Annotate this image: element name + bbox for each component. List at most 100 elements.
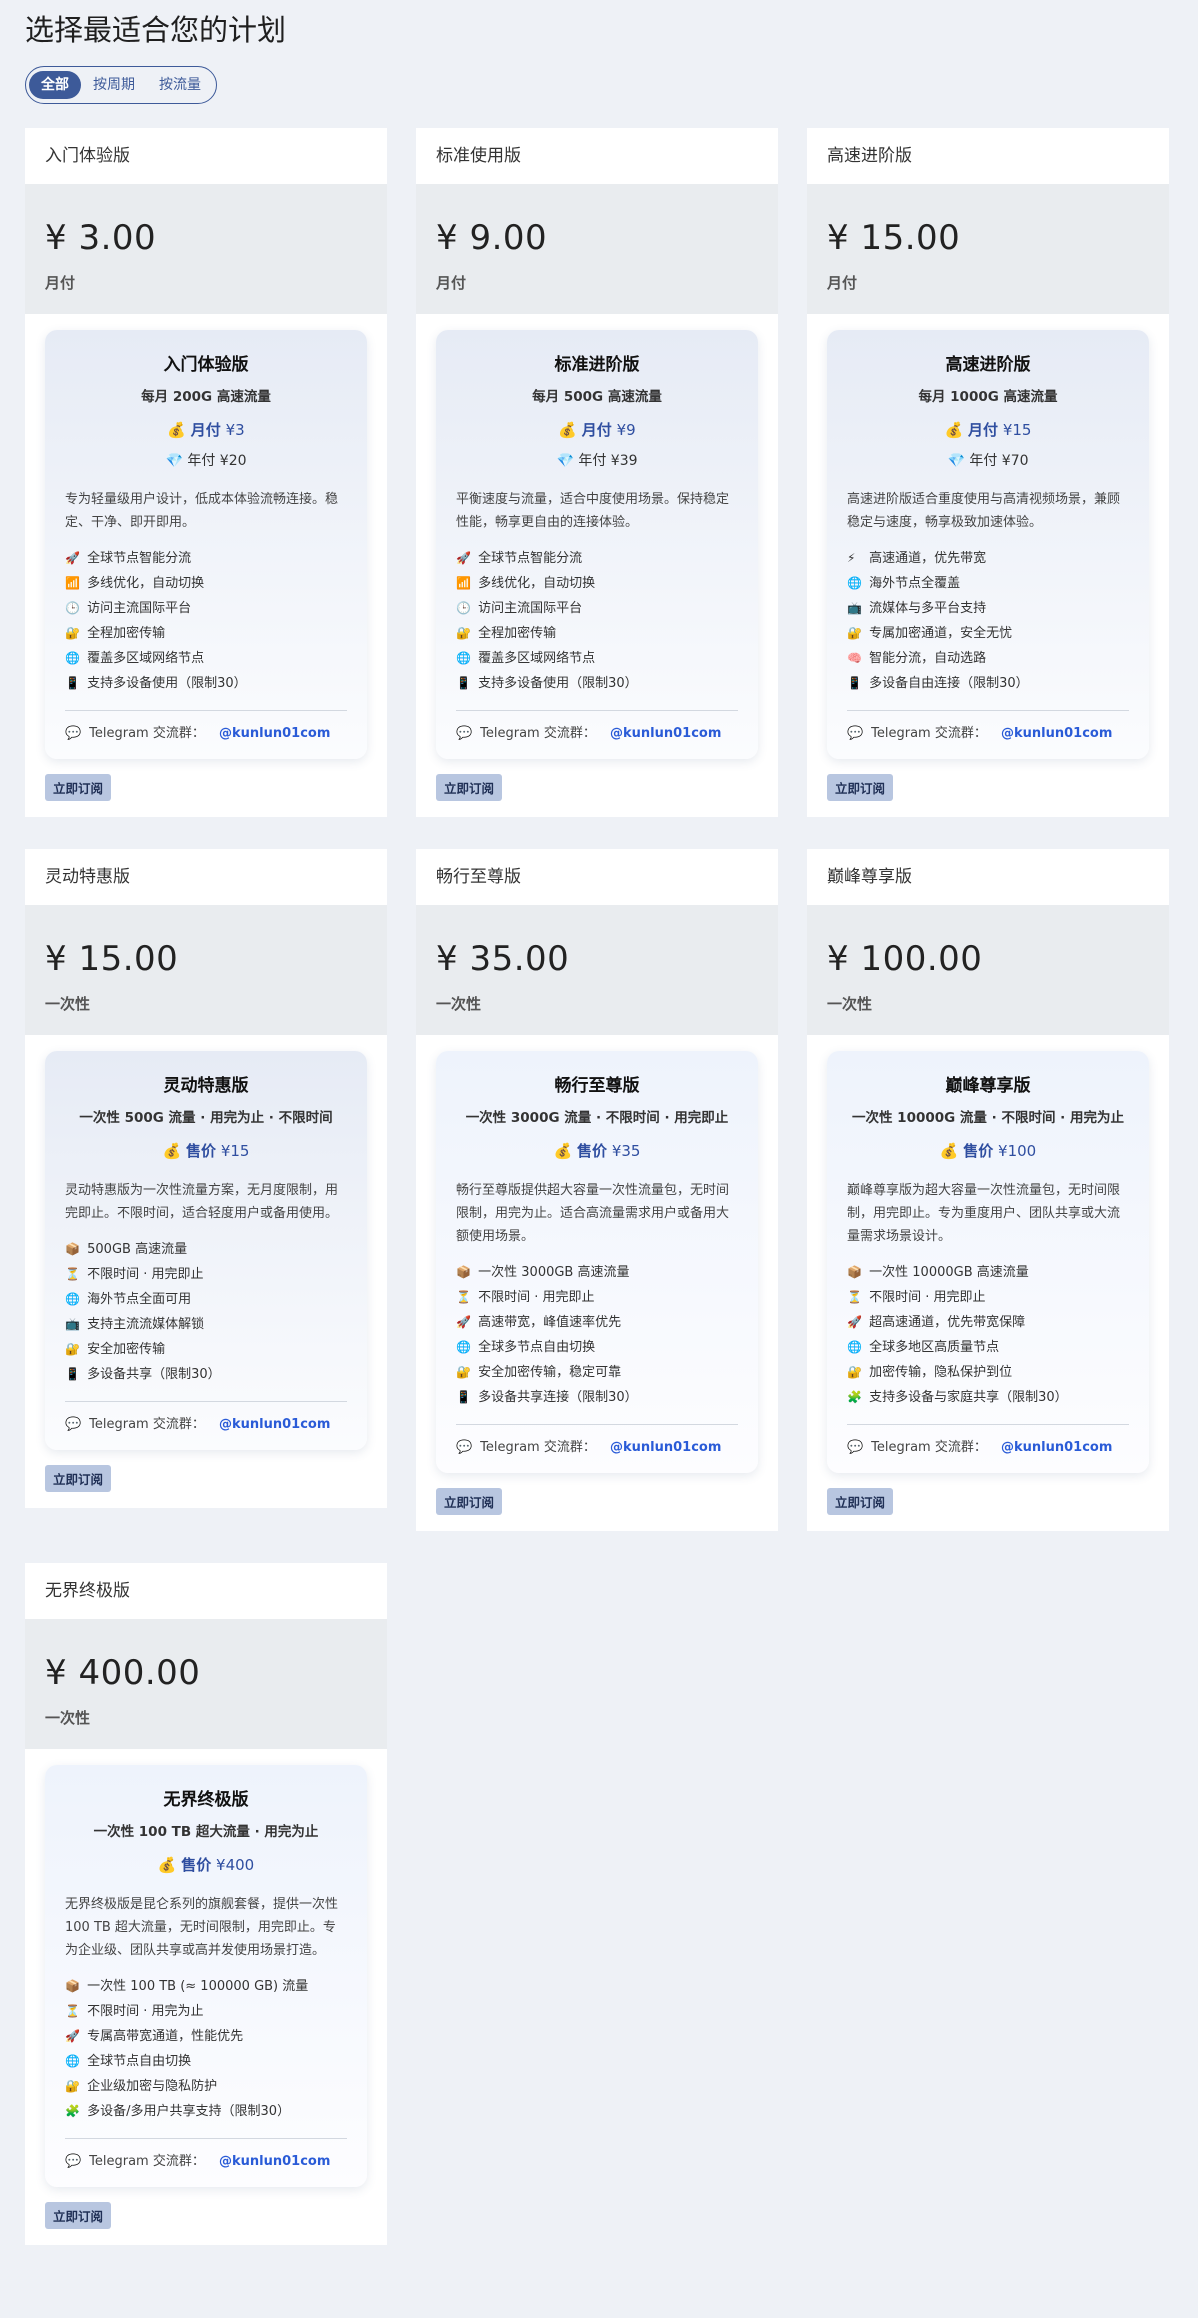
button-row: 立即订阅 xyxy=(416,759,778,817)
telegram-label: Telegram 交流群： xyxy=(89,1417,205,1432)
detail-title: 灵动特惠版 xyxy=(163,1076,249,1096)
plan-card: 高速进阶版 ¥ 15.00 月付 高速进阶版 每月 1000G 高速流量 💰 月… xyxy=(807,128,1169,817)
divider xyxy=(847,710,1129,711)
plan-name: 灵动特惠版 xyxy=(45,867,130,887)
plan-body: 入门体验版 每月 200G 高速流量 💰 月付 ¥3 💎 年付 ¥20 专为轻量… xyxy=(25,314,387,759)
primary-price-value: ¥100 xyxy=(998,1142,1037,1160)
plan-name: 标准使用版 xyxy=(436,146,521,166)
plan-detail-card: 入门体验版 每月 200G 高速流量 💰 月付 ¥3 💎 年付 ¥20 专为轻量… xyxy=(45,330,367,759)
telegram-label: Telegram 交流群： xyxy=(480,726,596,741)
feature-item: 📦 一次性 10000GB 高速流量 xyxy=(847,1260,1129,1285)
subscribe-button[interactable]: 立即订阅 xyxy=(45,2202,112,2229)
feature-item: ⏳ 不限时间 · 用完即止 xyxy=(65,1262,347,1287)
button-row: 立即订阅 xyxy=(25,759,387,817)
feature-item: 📦 500GB 高速流量 xyxy=(65,1237,347,1262)
telegram-link[interactable]: @kunlun01com xyxy=(1001,1440,1112,1455)
tab-by-period[interactable]: 按周期 xyxy=(81,71,147,99)
detail-subtitle: 每月 1000G 高速流量 xyxy=(918,389,1058,405)
feature-icon: 🔐 xyxy=(847,626,862,640)
feature-text: 多设备共享（限制30） xyxy=(87,1367,221,1382)
button-row: 立即订阅 xyxy=(807,1473,1169,1531)
feature-text: 专属加密通道，安全无忧 xyxy=(869,626,1013,641)
primary-price-value: ¥3 xyxy=(225,421,245,439)
telegram-link[interactable]: @kunlun01com xyxy=(610,1440,721,1455)
telegram-row: 💬 Telegram 交流群： @kunlun01com xyxy=(456,723,738,745)
plan-name: 高速进阶版 xyxy=(827,146,912,166)
feature-list: ⚡ 高速通道，优先带宽 🌐 海外节点全覆盖 📺 流媒体与多平台支持 🔐 专属加密… xyxy=(847,546,1129,696)
primary-price: 💰 售价 ¥15 xyxy=(65,1140,347,1161)
telegram-link[interactable]: @kunlun01com xyxy=(610,726,721,741)
feature-list: 📦 一次性 10000GB 高速流量 ⏳ 不限时间 · 用完即止 🚀 超高速通道… xyxy=(847,1260,1129,1410)
subscribe-button[interactable]: 立即订阅 xyxy=(436,774,503,801)
primary-price-value: ¥9 xyxy=(616,421,636,439)
feature-item: 🔐 企业级加密与隐私防护 xyxy=(65,2074,347,2099)
telegram-link[interactable]: @kunlun01com xyxy=(1001,726,1112,741)
feature-item: 📱 多设备共享（限制30） xyxy=(65,1362,347,1387)
tab-all[interactable]: 全部 xyxy=(29,71,81,99)
detail-subtitle: 每月 200G 高速流量 xyxy=(141,389,271,405)
feature-text: 多设备共享连接（限制30） xyxy=(478,1390,638,1405)
page-title: 选择最适合您的计划 xyxy=(25,13,287,47)
telegram-link[interactable]: @kunlun01com xyxy=(219,726,330,741)
plan-name: 畅行至尊版 xyxy=(436,867,521,887)
telegram-row: 💬 Telegram 交流群： @kunlun01com xyxy=(65,1414,347,1436)
feature-text: 多线优化，自动切换 xyxy=(87,576,205,591)
feature-icon: ⏳ xyxy=(847,1290,862,1304)
subscribe-button[interactable]: 立即订阅 xyxy=(827,1488,894,1515)
price-box: ¥ 9.00 月付 xyxy=(416,184,778,314)
feature-icon: 🚀 xyxy=(65,551,80,565)
detail-subtitle: 每月 500G 高速流量 xyxy=(532,389,662,405)
subscribe-button[interactable]: 立即订阅 xyxy=(45,774,112,801)
divider xyxy=(847,1424,1129,1425)
divider xyxy=(456,710,738,711)
chat-icon: 💬 xyxy=(65,2154,82,2169)
feature-icon: 🧩 xyxy=(847,1390,862,1404)
feature-text: 全球多地区高质量节点 xyxy=(869,1340,1000,1355)
primary-price-label: 月付 xyxy=(581,421,612,439)
feature-icon: 🌐 xyxy=(456,1340,471,1354)
feature-icon: 🧠 xyxy=(847,651,862,665)
tab-by-traffic[interactable]: 按流量 xyxy=(147,71,213,99)
primary-price-label: 售价 xyxy=(181,1856,212,1874)
plan-name: 巅峰尊享版 xyxy=(827,867,912,887)
feature-icon: 📶 xyxy=(65,576,80,590)
primary-price-value: ¥400 xyxy=(216,1856,255,1874)
plan-name: 无界终极版 xyxy=(45,1581,130,1601)
divider xyxy=(65,1401,347,1402)
plan-price: ¥ 3.00 xyxy=(45,218,157,258)
feature-icon: 📺 xyxy=(65,1317,80,1331)
plan-period: 一次性 xyxy=(436,995,482,1013)
feature-text: 不限时间 · 用完即止 xyxy=(478,1290,595,1305)
feature-icon: 📺 xyxy=(847,601,862,615)
telegram-row: 💬 Telegram 交流群： @kunlun01com xyxy=(847,1437,1129,1459)
feature-icon: 🌐 xyxy=(847,576,862,590)
plan-period: 一次性 xyxy=(827,995,873,1013)
feature-text: 全程加密传输 xyxy=(87,626,166,641)
telegram-link[interactable]: @kunlun01com xyxy=(219,1417,330,1432)
feature-text: 支持主流流媒体解锁 xyxy=(87,1317,205,1332)
primary-price: 💰 售价 ¥400 xyxy=(65,1854,347,1875)
feature-item: 📶 多线优化，自动切换 xyxy=(456,571,738,596)
subscribe-button[interactable]: 立即订阅 xyxy=(436,1488,503,1515)
plan-price: ¥ 100.00 xyxy=(827,939,983,979)
subscribe-button[interactable]: 立即订阅 xyxy=(827,774,894,801)
feature-icon: 📱 xyxy=(65,1367,80,1381)
subscribe-button[interactable]: 立即订阅 xyxy=(45,1465,112,1492)
detail-subtitle: 一次性 500G 流量 · 用完为止 · 不限时间 xyxy=(79,1110,333,1126)
money-bag-icon: 💰 xyxy=(944,421,964,439)
chat-icon: 💬 xyxy=(65,726,82,741)
feature-text: 安全加密传输 xyxy=(87,1342,166,1357)
feature-text: 支持多设备使用（限制30） xyxy=(87,676,247,691)
money-bag-icon: 💰 xyxy=(939,1142,959,1160)
telegram-link[interactable]: @kunlun01com xyxy=(219,2154,330,2169)
feature-item: 🌐 海外节点全面可用 xyxy=(65,1287,347,1312)
primary-price-label: 售价 xyxy=(186,1142,217,1160)
chat-icon: 💬 xyxy=(456,1440,473,1455)
price-box: ¥ 15.00 一次性 xyxy=(25,905,387,1035)
detail-title: 无界终极版 xyxy=(163,1790,249,1810)
feature-item: 🔐 专属加密通道，安全无忧 xyxy=(847,621,1129,646)
primary-price-label: 月付 xyxy=(968,421,999,439)
feature-text: 企业级加密与隐私防护 xyxy=(87,2079,218,2094)
secondary-price-value: ¥70 xyxy=(1001,453,1029,469)
feature-item: 📱 支持多设备使用（限制30） xyxy=(456,671,738,696)
